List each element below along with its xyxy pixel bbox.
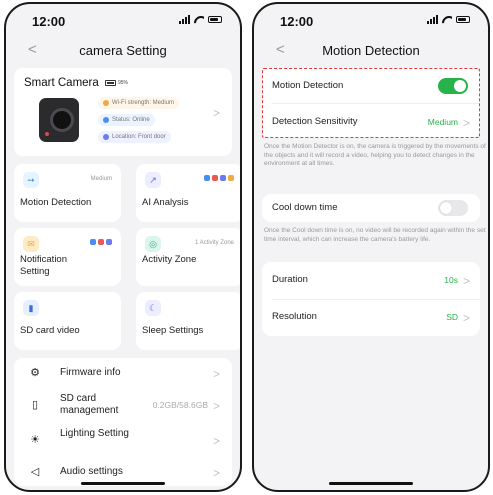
notification-category-icons	[90, 239, 112, 245]
ai-category-icons	[204, 175, 234, 181]
chevron-right-icon: >	[212, 106, 220, 120]
wifi-icon	[442, 15, 452, 24]
tile-zone-meta: 1 Activity Zone	[194, 240, 234, 246]
motion-detection-note: Once the Motion Detector is on, the came…	[264, 143, 486, 167]
cool-down-note: Once the Cool down time is on, no video …	[264, 227, 486, 243]
resolution-value: SD	[446, 312, 458, 322]
settings-list: ⚙ Firmware info > ▯ SD card management 0…	[14, 358, 232, 486]
camera-image	[39, 98, 79, 142]
back-button[interactable]: <	[28, 41, 37, 58]
nav-bar: < Motion Detection	[254, 34, 488, 66]
location-pin-icon	[103, 134, 109, 140]
tile-notification-label: Notification Setting	[20, 254, 67, 277]
duration-value: 10s	[444, 275, 458, 285]
status-time: 12:00	[280, 14, 314, 29]
resolution-row[interactable]: Resolution SD >	[262, 300, 480, 336]
tile-ai-analysis[interactable]: ↗ AI Analysis	[136, 164, 240, 222]
wifi-icon	[194, 15, 204, 24]
camera-settings-screen: 12:00 < camera Setting Smart Camera 95% …	[4, 2, 242, 492]
back-button[interactable]: <	[276, 41, 285, 58]
recording-settings-card: Duration 10s > Resolution SD >	[262, 262, 480, 336]
tile-sd-card-video[interactable]: ▮ SD card video	[14, 292, 121, 350]
status-time: 12:00	[32, 14, 66, 29]
tile-notification-setting[interactable]: ✉ Notification Setting	[14, 228, 121, 286]
tile-activity-zone[interactable]: ◎ 1 Activity Zone Activity Zone	[136, 228, 240, 286]
battery-level: 95%	[118, 80, 129, 86]
wifi-icon	[103, 100, 109, 106]
list-item-sd-management[interactable]: ▯ SD card management 0.2GB/58.6GB >	[14, 388, 232, 422]
sd-management-label: SD card management	[60, 393, 119, 416]
cool-down-label: Cool down time	[272, 202, 338, 213]
status-bar: 12:00	[6, 4, 240, 34]
list-item-lighting[interactable]: ☀ Lighting Setting >	[14, 422, 232, 458]
home-indicator	[329, 482, 413, 485]
tile-sleep-label: Sleep Settings	[142, 325, 204, 336]
battery-icon	[208, 16, 222, 23]
signal-icon	[427, 15, 438, 24]
chip-icon: ⚙	[30, 367, 40, 379]
tile-motion-meta: Medium	[90, 176, 112, 182]
tile-motion-label: Motion Detection	[20, 197, 92, 208]
audio-label: Audio settings	[60, 466, 123, 477]
envelope-icon: ✉	[23, 236, 39, 252]
resolution-label: Resolution	[272, 311, 317, 322]
speaker-icon: ◁	[30, 466, 40, 478]
tile-sleep-settings[interactable]: ☾ Sleep Settings	[136, 292, 240, 350]
status-icons	[179, 15, 222, 24]
moon-icon: ☾	[145, 300, 161, 316]
status-bar: 12:00	[254, 4, 488, 34]
status-pill: Status: Online	[98, 114, 155, 126]
list-item-firmware[interactable]: ⚙ Firmware info >	[14, 358, 232, 388]
status-icon	[103, 117, 109, 123]
chevron-right-icon: >	[212, 399, 220, 413]
target-icon: ◎	[145, 236, 161, 252]
signal-icon	[179, 15, 190, 24]
motion-detection-screen: 12:00 < Motion Detection Motion Detectio…	[252, 2, 490, 492]
camera-name: Smart Camera	[24, 77, 99, 89]
page-title: camera Setting	[79, 42, 167, 58]
chevron-right-icon: >	[462, 311, 470, 325]
tile-motion-detection[interactable]: ➙ Medium Motion Detection	[14, 164, 121, 222]
home-indicator	[81, 482, 165, 485]
chevron-right-icon: >	[462, 274, 470, 288]
duration-row[interactable]: Duration 10s >	[262, 262, 480, 298]
location-pill: Location: Front door	[98, 131, 171, 143]
duration-label: Duration	[272, 274, 308, 285]
cool-down-card: Cool down time	[262, 194, 480, 222]
tile-sd-label: SD card video	[20, 325, 80, 336]
highlight-box	[262, 68, 480, 138]
nav-bar: < camera Setting	[6, 34, 240, 66]
chevron-right-icon: >	[212, 466, 220, 480]
battery-level-icon	[105, 80, 116, 86]
battery-icon	[456, 16, 470, 23]
lighting-label: Lighting Setting	[60, 428, 129, 439]
running-person-icon: ➙	[23, 172, 39, 188]
chart-icon: ↗	[145, 172, 161, 188]
wifi-strength-pill: Wi-Fi strength: Medium	[98, 97, 180, 109]
chevron-right-icon: >	[212, 367, 220, 381]
status-icons	[427, 15, 470, 24]
sd-card-outline-icon: ▯	[31, 399, 39, 411]
sd-management-value: 0.2GB/58.6GB	[152, 400, 208, 410]
cool-down-toggle[interactable]	[438, 200, 468, 216]
tile-ai-label: AI Analysis	[142, 197, 189, 208]
firmware-label: Firmware info	[60, 367, 121, 378]
tile-zone-label: Activity Zone	[142, 254, 197, 265]
page-title: Motion Detection	[322, 42, 420, 58]
lightbulb-icon: ☀	[30, 434, 40, 446]
chevron-right-icon: >	[212, 434, 220, 448]
sd-card-icon: ▮	[23, 300, 39, 316]
camera-info-card[interactable]: Smart Camera 95% Wi-Fi strength: Medium …	[14, 68, 232, 156]
